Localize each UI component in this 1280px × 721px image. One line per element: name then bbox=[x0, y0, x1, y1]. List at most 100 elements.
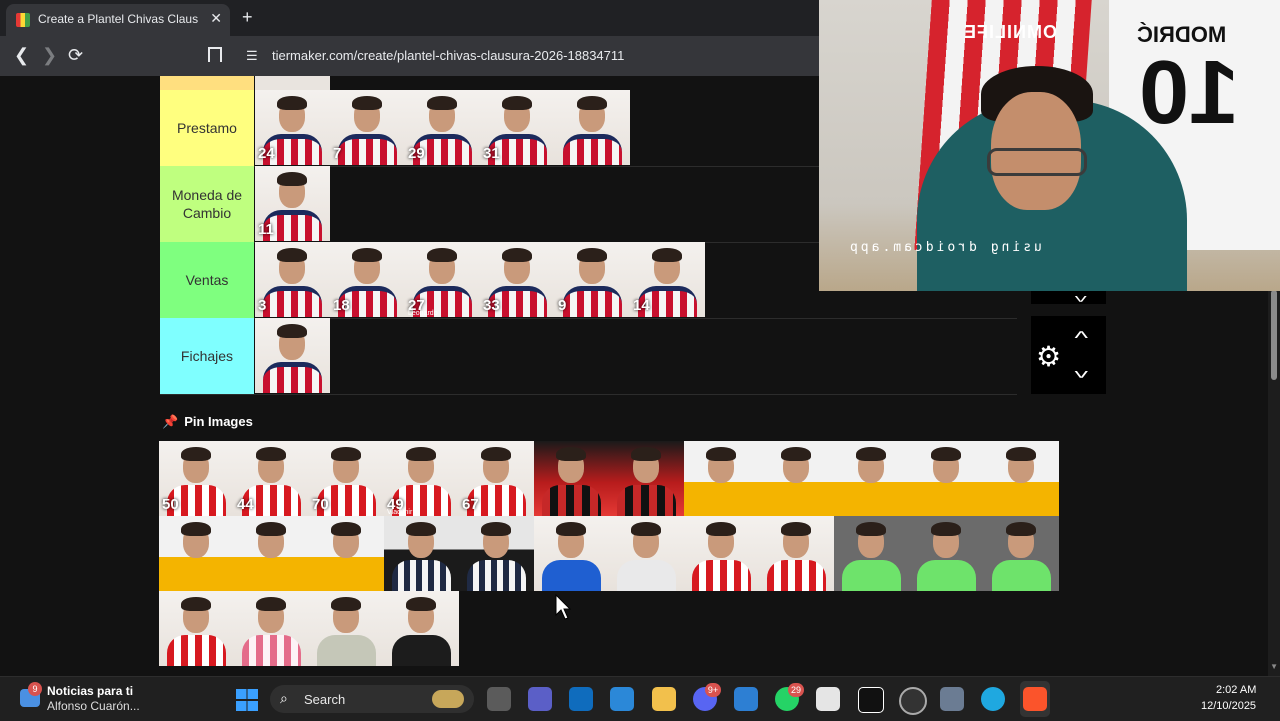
taskbar-search[interactable]: ⌕ Search bbox=[270, 685, 474, 713]
jersey-graphic bbox=[167, 635, 226, 666]
windows-start-icon[interactable] bbox=[236, 689, 258, 711]
pin-image[interactable]: 70 bbox=[309, 441, 384, 516]
tier-label[interactable]: Fichajes bbox=[160, 318, 254, 394]
pin-image[interactable] bbox=[834, 441, 909, 516]
webcam-overlay: OMNILIFE MODRIĆ 10 using droidcam.app bbox=[819, 0, 1280, 291]
news-widget-subtitle[interactable]: Alfonso Cuarón... bbox=[47, 699, 140, 713]
pin-image[interactable] bbox=[609, 441, 684, 516]
mouse-cursor-icon bbox=[555, 594, 571, 620]
pin-image[interactable] bbox=[234, 591, 309, 666]
tier-label[interactable]: Prestamo bbox=[160, 90, 254, 166]
pin-image[interactable] bbox=[759, 441, 834, 516]
player-card[interactable]: 24 bbox=[255, 90, 330, 165]
tier-label[interactable]: Ventas bbox=[160, 242, 254, 318]
outlook-icon[interactable] bbox=[569, 687, 593, 711]
pin-images-title: Pin Images bbox=[184, 414, 253, 429]
pin-image[interactable]: 67 bbox=[459, 441, 534, 516]
clock-time[interactable]: 2:02 AM bbox=[1216, 684, 1256, 696]
forward-icon[interactable]: ❯ bbox=[42, 45, 57, 65]
pin-image[interactable] bbox=[459, 516, 534, 591]
clipboard-app-icon[interactable] bbox=[816, 687, 840, 711]
jersey-graphic bbox=[692, 560, 751, 591]
pin-image[interactable] bbox=[234, 516, 309, 591]
site-info-icon[interactable]: ☰ bbox=[246, 48, 258, 64]
player-hair bbox=[256, 597, 286, 611]
pin-image[interactable] bbox=[759, 516, 834, 591]
file-explorer-icon[interactable] bbox=[652, 687, 676, 711]
jersey-graphic bbox=[467, 560, 526, 591]
close-tab-icon[interactable]: ✕ bbox=[210, 10, 222, 27]
pin-image[interactable]: 49 Vladimir bbox=[384, 441, 459, 516]
scrollbar-thumb[interactable] bbox=[1271, 290, 1277, 380]
tier-label[interactable]: Moneda de Cambio bbox=[160, 166, 254, 242]
pin-image[interactable] bbox=[684, 516, 759, 591]
brave-icon[interactable] bbox=[1023, 687, 1047, 711]
player-hair bbox=[352, 248, 382, 262]
jersey-graphic bbox=[542, 485, 601, 516]
pin-image[interactable] bbox=[159, 516, 234, 591]
pin-image[interactable]: 44 bbox=[234, 441, 309, 516]
browser-tab[interactable]: Create a Plantel Chivas Clausura ✕ bbox=[6, 4, 230, 36]
obs-icon[interactable] bbox=[899, 687, 927, 715]
player-hair bbox=[406, 447, 436, 461]
pin-image[interactable] bbox=[609, 516, 684, 591]
jersey-graphic bbox=[317, 560, 376, 591]
edge-icon[interactable] bbox=[981, 687, 1005, 711]
new-tab-button[interactable]: + bbox=[242, 8, 253, 26]
player-card[interactable]: 33 bbox=[480, 242, 555, 317]
pin-image[interactable] bbox=[984, 516, 1059, 591]
player-hair bbox=[406, 522, 436, 536]
pin-image[interactable]: 50 bbox=[159, 441, 234, 516]
pin-image[interactable] bbox=[834, 516, 909, 591]
player-card[interactable]: 27 Leonardo bbox=[405, 242, 480, 317]
player-card[interactable]: 9 bbox=[555, 242, 630, 317]
task-view-icon[interactable] bbox=[487, 687, 511, 711]
pin-image[interactable] bbox=[384, 516, 459, 591]
pin-image[interactable] bbox=[384, 591, 459, 666]
player-number: 14 bbox=[633, 297, 650, 314]
pin-image[interactable] bbox=[909, 516, 984, 591]
clock-date[interactable]: 12/10/2025 bbox=[1201, 700, 1256, 712]
pin-image[interactable] bbox=[309, 591, 384, 666]
player-card[interactable]: 7 bbox=[330, 90, 405, 165]
store-icon[interactable] bbox=[610, 687, 634, 711]
news-widget-title[interactable]: Noticias para ti bbox=[47, 684, 133, 698]
player-hair bbox=[856, 522, 886, 536]
settings-icon[interactable] bbox=[940, 687, 964, 711]
tier-item-partial[interactable] bbox=[255, 76, 330, 90]
jersey-graphic bbox=[842, 485, 901, 516]
back-icon[interactable]: ❮ bbox=[14, 45, 29, 65]
address-bar[interactable]: tiermaker.com/create/plantel-chivas-clau… bbox=[272, 48, 624, 63]
pin-image[interactable] bbox=[159, 591, 234, 666]
bookmark-icon[interactable] bbox=[208, 47, 222, 62]
player-hair bbox=[577, 96, 607, 110]
move-down-icon[interactable]: ^ bbox=[1074, 360, 1088, 381]
pin-image[interactable] bbox=[684, 441, 759, 516]
photos-icon[interactable] bbox=[734, 687, 758, 711]
pin-image[interactable] bbox=[309, 516, 384, 591]
player-card[interactable]: 11 bbox=[255, 166, 330, 241]
pin-image[interactable] bbox=[984, 441, 1059, 516]
tier-label-partial bbox=[160, 76, 254, 90]
pin-image[interactable] bbox=[534, 441, 609, 516]
player-card[interactable]: 18 bbox=[330, 242, 405, 317]
scroll-down-icon[interactable]: ▼ bbox=[1270, 662, 1278, 671]
teams-icon[interactable] bbox=[528, 687, 552, 711]
player-hair bbox=[502, 248, 532, 262]
player-card[interactable]: 29 bbox=[405, 90, 480, 165]
reload-icon[interactable]: ⟳ bbox=[68, 45, 83, 65]
capcut-icon[interactable] bbox=[858, 687, 884, 713]
player-hair bbox=[277, 248, 307, 262]
player-card[interactable] bbox=[555, 90, 630, 165]
pin-image[interactable] bbox=[909, 441, 984, 516]
player-card[interactable]: 31 bbox=[480, 90, 555, 165]
player-number: 11 bbox=[258, 221, 274, 238]
player-card[interactable]: 3 bbox=[255, 242, 330, 317]
player-number: 31 bbox=[483, 145, 500, 162]
jersey-graphic bbox=[767, 560, 826, 591]
gear-icon[interactable]: ⚙ bbox=[1036, 340, 1061, 373]
player-card[interactable] bbox=[255, 318, 330, 393]
pin-image[interactable] bbox=[534, 516, 609, 591]
move-up-icon[interactable]: ^ bbox=[1074, 328, 1088, 349]
player-card[interactable]: 14 bbox=[630, 242, 705, 317]
